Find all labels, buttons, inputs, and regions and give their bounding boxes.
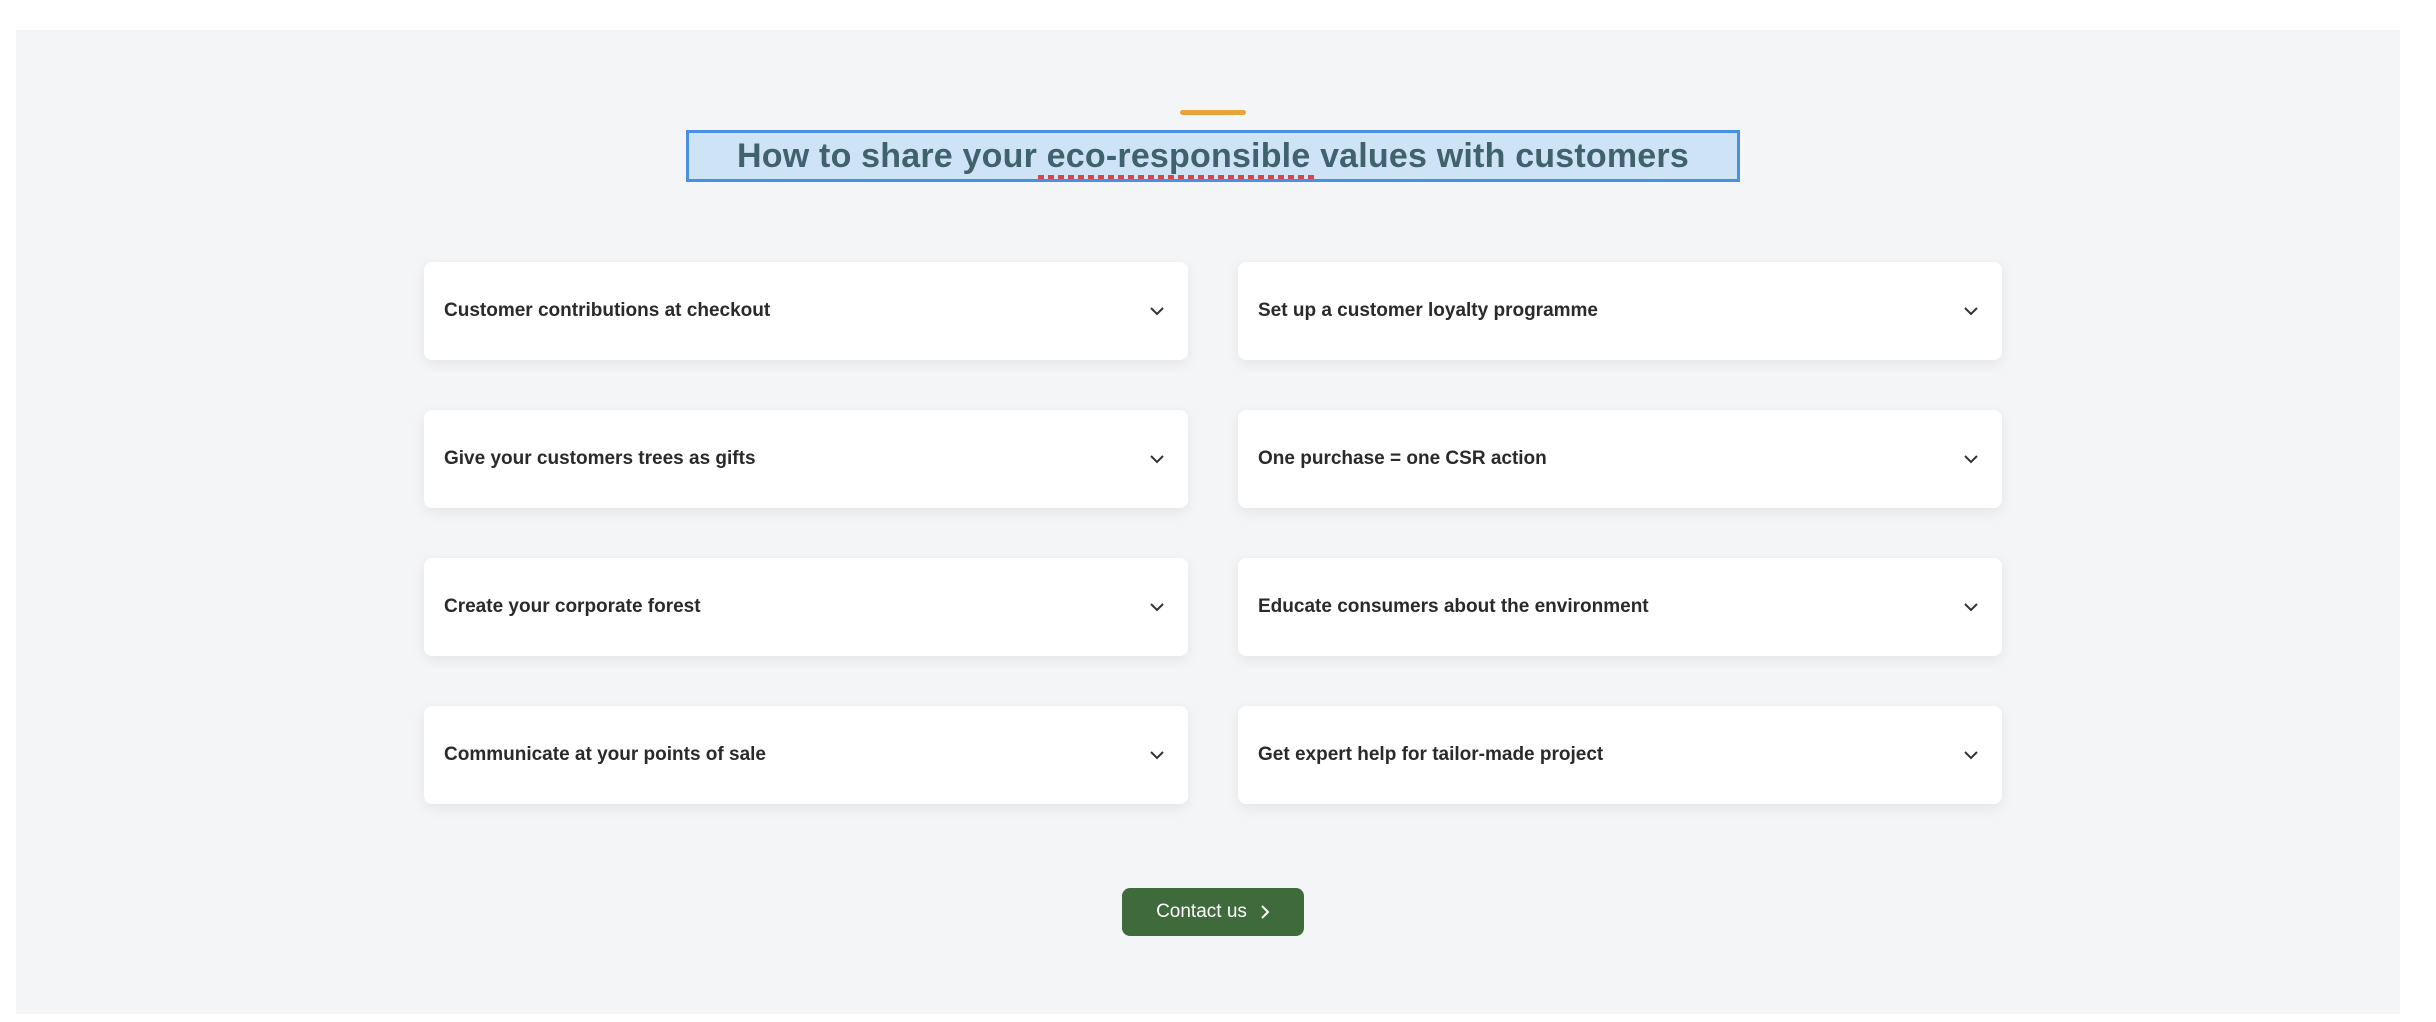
accordion-item-trees-as-gifts[interactable]: Give your customers trees as gifts — [424, 410, 1188, 508]
section-title[interactable]: How to share your eco-responsible values… — [737, 137, 1689, 176]
page: How to share your eco-responsible values… — [0, 0, 2436, 1022]
chevron-down-icon[interactable] — [1146, 744, 1168, 766]
accordion-item-label: Set up a customer loyalty programme — [1258, 300, 1598, 321]
chevron-down-icon[interactable] — [1960, 596, 1982, 618]
accordion-item-label: Get expert help for tailor-made project — [1258, 744, 1604, 765]
accordion-item-label: Give your customers trees as gifts — [444, 448, 756, 469]
title-accent-line — [1180, 110, 1246, 115]
accordion-item-expert-help[interactable]: Get expert help for tailor-made project — [1238, 706, 2002, 804]
accordion-item-label: Customer contributions at checkout — [444, 300, 771, 321]
accordion-item-corporate-forest[interactable]: Create your corporate forest — [424, 558, 1188, 656]
accordion-item-educate-consumers[interactable]: Educate consumers about the environment — [1238, 558, 2002, 656]
chevron-down-icon[interactable] — [1960, 448, 1982, 470]
chevron-down-icon[interactable] — [1960, 744, 1982, 766]
accordion-item-label: Communicate at your points of sale — [444, 744, 766, 765]
chevron-down-icon[interactable] — [1146, 300, 1168, 322]
accordion-item-label: Educate consumers about the environment — [1258, 596, 1649, 617]
chevron-down-icon[interactable] — [1146, 448, 1168, 470]
chevron-down-icon[interactable] — [1146, 596, 1168, 618]
chevron-down-icon[interactable] — [1960, 300, 1982, 322]
contact-us-label: Contact us — [1156, 901, 1247, 922]
chevron-right-icon — [1261, 905, 1270, 919]
accordion-item-points-of-sale[interactable]: Communicate at your points of sale — [424, 706, 1188, 804]
accordion-grid: Customer contributions at checkout Set u… — [424, 262, 2002, 804]
accordion-item-label: Create your corporate forest — [444, 596, 701, 617]
accordion-item-csr-action[interactable]: One purchase = one CSR action — [1238, 410, 2002, 508]
accordion-item-loyalty-programme[interactable]: Set up a customer loyalty programme — [1238, 262, 2002, 360]
accordion-item-customer-contributions[interactable]: Customer contributions at checkout — [424, 262, 1188, 360]
spellcheck-underline — [1038, 175, 1318, 179]
contact-us-button[interactable]: Contact us — [1122, 888, 1304, 936]
accordion-item-label: One purchase = one CSR action — [1258, 448, 1547, 469]
